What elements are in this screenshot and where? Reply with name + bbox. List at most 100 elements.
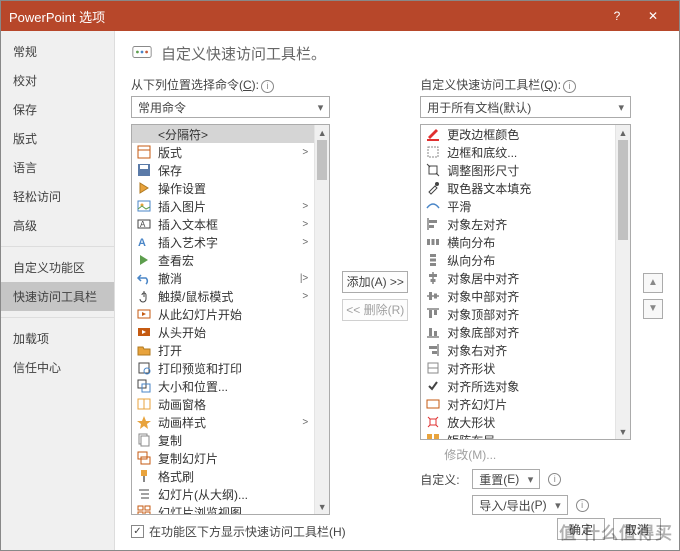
- sidebar-item[interactable]: 版式: [1, 124, 114, 153]
- list-item[interactable]: 对象左对齐: [421, 215, 615, 233]
- add-button[interactable]: 添加(A) >>: [342, 271, 408, 293]
- list-item[interactable]: 放大形状: [421, 413, 615, 431]
- list-item-label: 触摸/鼠标模式: [158, 288, 296, 305]
- list-item[interactable]: 格式刷: [132, 467, 314, 485]
- list-item-label: 插入图片: [158, 198, 296, 215]
- list-item[interactable]: 触摸/鼠标模式>: [132, 287, 314, 305]
- import-export-dropdown[interactable]: 导入/导出(P): [472, 495, 567, 515]
- qat-listbox[interactable]: 更改边框颜色边框和底纹...调整图形尺寸取色器文本填充平滑对象左对齐横向分布纵向…: [420, 124, 631, 440]
- reset-dropdown[interactable]: 重置(E): [472, 469, 540, 489]
- list-item[interactable]: 对象中部对齐: [421, 287, 615, 305]
- am-icon: [425, 288, 441, 304]
- list-item-label: 对象顶部对齐: [447, 306, 611, 323]
- sidebar-item[interactable]: 自定义功能区: [1, 253, 114, 282]
- list-item[interactable]: 边框和底纹...: [421, 143, 615, 161]
- choose-from-dropdown[interactable]: 常用命令: [131, 96, 330, 118]
- scroll-down[interactable]: ▼: [616, 424, 630, 439]
- info-icon[interactable]: i: [548, 473, 561, 486]
- close-button[interactable]: ✕: [635, 1, 671, 31]
- commands-listbox[interactable]: <分隔符>版式>保存操作设置插入图片 > A插入文本框>A插入艺术字>查看宏撤消|>…: [131, 124, 330, 515]
- list-item[interactable]: 更改边框颜色: [421, 125, 615, 143]
- list-item[interactable]: 保存: [132, 161, 314, 179]
- list-item-label: 格式刷: [158, 468, 310, 485]
- list-item[interactable]: 撤消|>: [132, 269, 314, 287]
- sidebar-item[interactable]: 信任中心: [1, 353, 114, 382]
- list-item[interactable]: A插入艺术字>: [132, 233, 314, 251]
- list-item[interactable]: 插入图片 >: [132, 197, 314, 215]
- bcol-icon: [425, 126, 441, 142]
- move-down-button[interactable]: ▼: [643, 299, 663, 319]
- remove-button: << 删除(R): [342, 299, 408, 321]
- scroll-down[interactable]: ▼: [315, 499, 329, 514]
- list-item[interactable]: 打印预览和打印: [132, 359, 314, 377]
- list-item[interactable]: 调整图形尺寸: [421, 161, 615, 179]
- scroll-thumb[interactable]: [618, 140, 628, 240]
- list-item[interactable]: 对象底部对齐: [421, 323, 615, 341]
- list-item[interactable]: 打开: [132, 341, 314, 359]
- qat-target-dropdown[interactable]: 用于所有文档(默认): [420, 96, 631, 118]
- sidebar-item[interactable]: 保存: [1, 95, 114, 124]
- sidebar-item[interactable]: 快速访问工具栏: [1, 282, 114, 311]
- show-below-ribbon-checkbox[interactable]: ✓: [131, 525, 144, 538]
- list-item[interactable]: 对象居中对齐: [421, 269, 615, 287]
- pic-icon: [136, 198, 152, 214]
- scrollbar[interactable]: ▲ ▼: [615, 125, 630, 439]
- scroll-thumb[interactable]: [317, 140, 327, 180]
- sidebar-item[interactable]: 常规: [1, 37, 114, 66]
- scrollbar[interactable]: ▲ ▼: [314, 125, 329, 514]
- list-item-label: 复制幻灯片: [158, 450, 310, 467]
- list-item-label: 平滑: [447, 198, 611, 215]
- touch-icon: [136, 288, 152, 304]
- cancel-button[interactable]: 取消: [613, 518, 661, 540]
- asel-icon: [425, 378, 441, 394]
- scroll-up[interactable]: ▲: [315, 125, 329, 140]
- list-item-label: 复制: [158, 432, 310, 449]
- modify-button: 修改(M)...: [444, 446, 631, 463]
- list-item[interactable]: 横向分布: [421, 233, 615, 251]
- ok-button[interactable]: 确定: [557, 518, 605, 540]
- list-item[interactable]: 对象顶部对齐: [421, 305, 615, 323]
- sidebar-item[interactable]: 加载项: [1, 324, 114, 353]
- list-item[interactable]: 动画窗格: [132, 395, 314, 413]
- submenu-indicator: >: [302, 201, 310, 212]
- list-item[interactable]: 复制: [132, 431, 314, 449]
- list-item[interactable]: 对齐所选对象: [421, 377, 615, 395]
- help-button[interactable]: ?: [599, 1, 635, 31]
- list-item[interactable]: 操作设置: [132, 179, 314, 197]
- list-item[interactable]: 对象右对齐: [421, 341, 615, 359]
- list-item[interactable]: 大小和位置...: [132, 377, 314, 395]
- list-item-label: 对象右对齐: [447, 342, 611, 359]
- wart-icon: A: [136, 234, 152, 250]
- list-item[interactable]: 纵向分布: [421, 251, 615, 269]
- sidebar-item[interactable]: 语言: [1, 153, 114, 182]
- move-up-button[interactable]: ▲: [643, 273, 663, 293]
- list-item[interactable]: 动画样式>: [132, 413, 314, 431]
- info-icon[interactable]: i: [261, 80, 274, 93]
- dupsl-icon: [136, 450, 152, 466]
- list-item[interactable]: 幻灯片浏览视图: [132, 503, 314, 514]
- list-item[interactable]: 矩阵布局: [421, 431, 615, 439]
- scroll-up[interactable]: ▲: [616, 125, 630, 140]
- list-item[interactable]: 取色器文本填充: [421, 179, 615, 197]
- sidebar-item[interactable]: 高级: [1, 211, 114, 240]
- submenu-indicator: >: [302, 417, 310, 428]
- sidebar-item[interactable]: 轻松访问: [1, 182, 114, 211]
- window-title: PowerPoint 选项: [9, 7, 599, 26]
- list-item[interactable]: A插入文本框>: [132, 215, 314, 233]
- list-item[interactable]: 版式>: [132, 143, 314, 161]
- list-item-label: 撤消: [158, 270, 294, 287]
- list-item[interactable]: 平滑: [421, 197, 615, 215]
- list-item[interactable]: 从头开始: [132, 323, 314, 341]
- list-item[interactable]: 复制幻灯片: [132, 449, 314, 467]
- list-item-label: 取色器文本填充: [447, 180, 611, 197]
- list-item[interactable]: 幻灯片(从大纲)...: [132, 485, 314, 503]
- list-item-label: 从头开始: [158, 324, 310, 341]
- list-item[interactable]: 从此幻灯片开始: [132, 305, 314, 323]
- list-item[interactable]: 对齐幻灯片: [421, 395, 615, 413]
- info-icon[interactable]: i: [576, 499, 589, 512]
- info-icon[interactable]: i: [563, 80, 576, 93]
- list-item[interactable]: <分隔符>: [132, 125, 314, 143]
- list-item[interactable]: 对齐形状: [421, 359, 615, 377]
- sidebar-item[interactable]: 校对: [1, 66, 114, 95]
- list-item[interactable]: 查看宏: [132, 251, 314, 269]
